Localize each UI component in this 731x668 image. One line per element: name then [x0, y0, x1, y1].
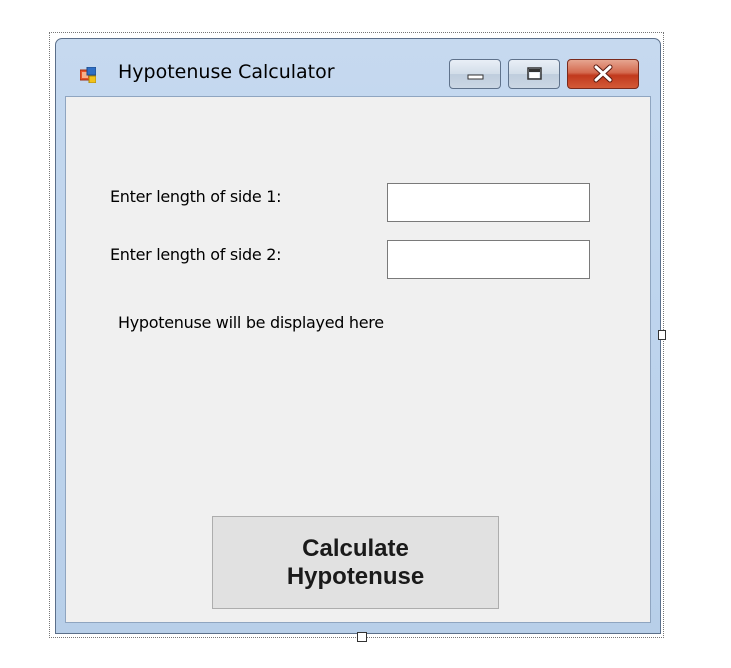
- maximize-icon: [527, 67, 542, 80]
- title-bar[interactable]: Hypotenuse Calculator: [56, 39, 660, 95]
- close-icon: [593, 64, 613, 83]
- app-window: Hypotenuse Calculator Enter length of si…: [55, 38, 661, 634]
- resize-handle-bottom[interactable]: [357, 632, 367, 642]
- calculate-hypotenuse-button[interactable]: Calculate Hypotenuse: [212, 516, 499, 609]
- close-button[interactable]: [567, 59, 639, 89]
- window-title: Hypotenuse Calculator: [118, 61, 335, 83]
- windows-form-icon: [80, 67, 96, 83]
- side2-label: Enter length of side 2:: [110, 245, 282, 264]
- side2-input[interactable]: [387, 240, 590, 279]
- hypotenuse-result-label: Hypotenuse will be displayed here: [118, 313, 384, 332]
- form-client-area: Enter length of side 1: Enter length of …: [65, 96, 651, 623]
- resize-handle-right[interactable]: [658, 330, 666, 340]
- maximize-button[interactable]: [508, 59, 560, 89]
- side1-input[interactable]: [387, 183, 590, 222]
- calculate-button-line2: Hypotenuse: [286, 562, 425, 590]
- calculate-button-line1: Calculate: [302, 534, 409, 562]
- minimize-button[interactable]: [449, 59, 501, 89]
- minimize-icon: [467, 74, 484, 80]
- side1-label: Enter length of side 1:: [110, 187, 282, 206]
